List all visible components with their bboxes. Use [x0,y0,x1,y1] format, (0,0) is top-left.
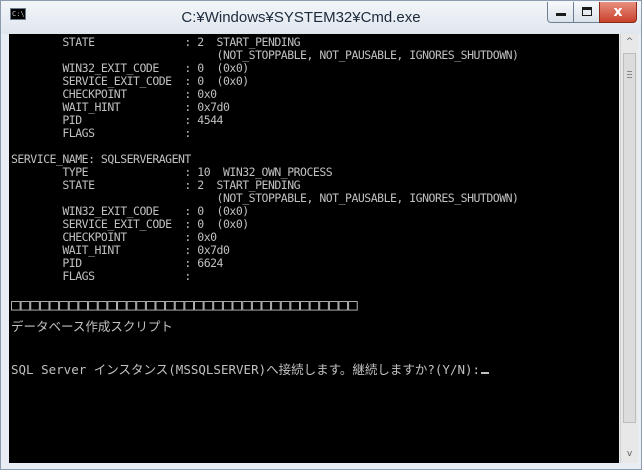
title-bar[interactable]: C:\ C:¥Windows¥SYSTEM32¥Cmd.exe x [1,1,641,34]
close-icon: x [613,4,623,20]
console-line: FLAGS : [11,269,191,283]
cmd-window: C:\ C:¥Windows¥SYSTEM32¥Cmd.exe x STATE … [0,0,642,470]
console-line: □□□□□□□□□□□□□□□□□□□□□□□□□□□□□□□□□□□□ [11,295,358,314]
console-line: FLAGS : [11,126,191,140]
thumb-grip [627,77,632,78]
scroll-up-icon[interactable]: ^ [621,34,638,51]
minimize-button[interactable] [547,2,574,23]
maximize-icon [582,7,592,16]
close-button[interactable]: x [599,2,637,23]
thumb-grip [627,71,632,72]
text-cursor [481,372,490,374]
vertical-scrollbar[interactable]: ^ v [620,34,638,463]
window-title: C:¥Windows¥SYSTEM32¥Cmd.exe [181,9,421,26]
console-line: SQL Server インスタンス(MSSQLSERVER)へ接続します。継続し… [11,363,490,376]
scroll-down-icon[interactable]: v [621,446,638,463]
console-output[interactable]: STATE : 2 START_PENDING (NOT_STOPPABLE, … [9,34,619,463]
scroll-thumb[interactable] [623,53,636,423]
maximize-button[interactable] [573,2,600,23]
console-line: データベース作成スクリプト [11,319,173,334]
thumb-grip [627,74,632,75]
minimize-icon [556,13,566,16]
